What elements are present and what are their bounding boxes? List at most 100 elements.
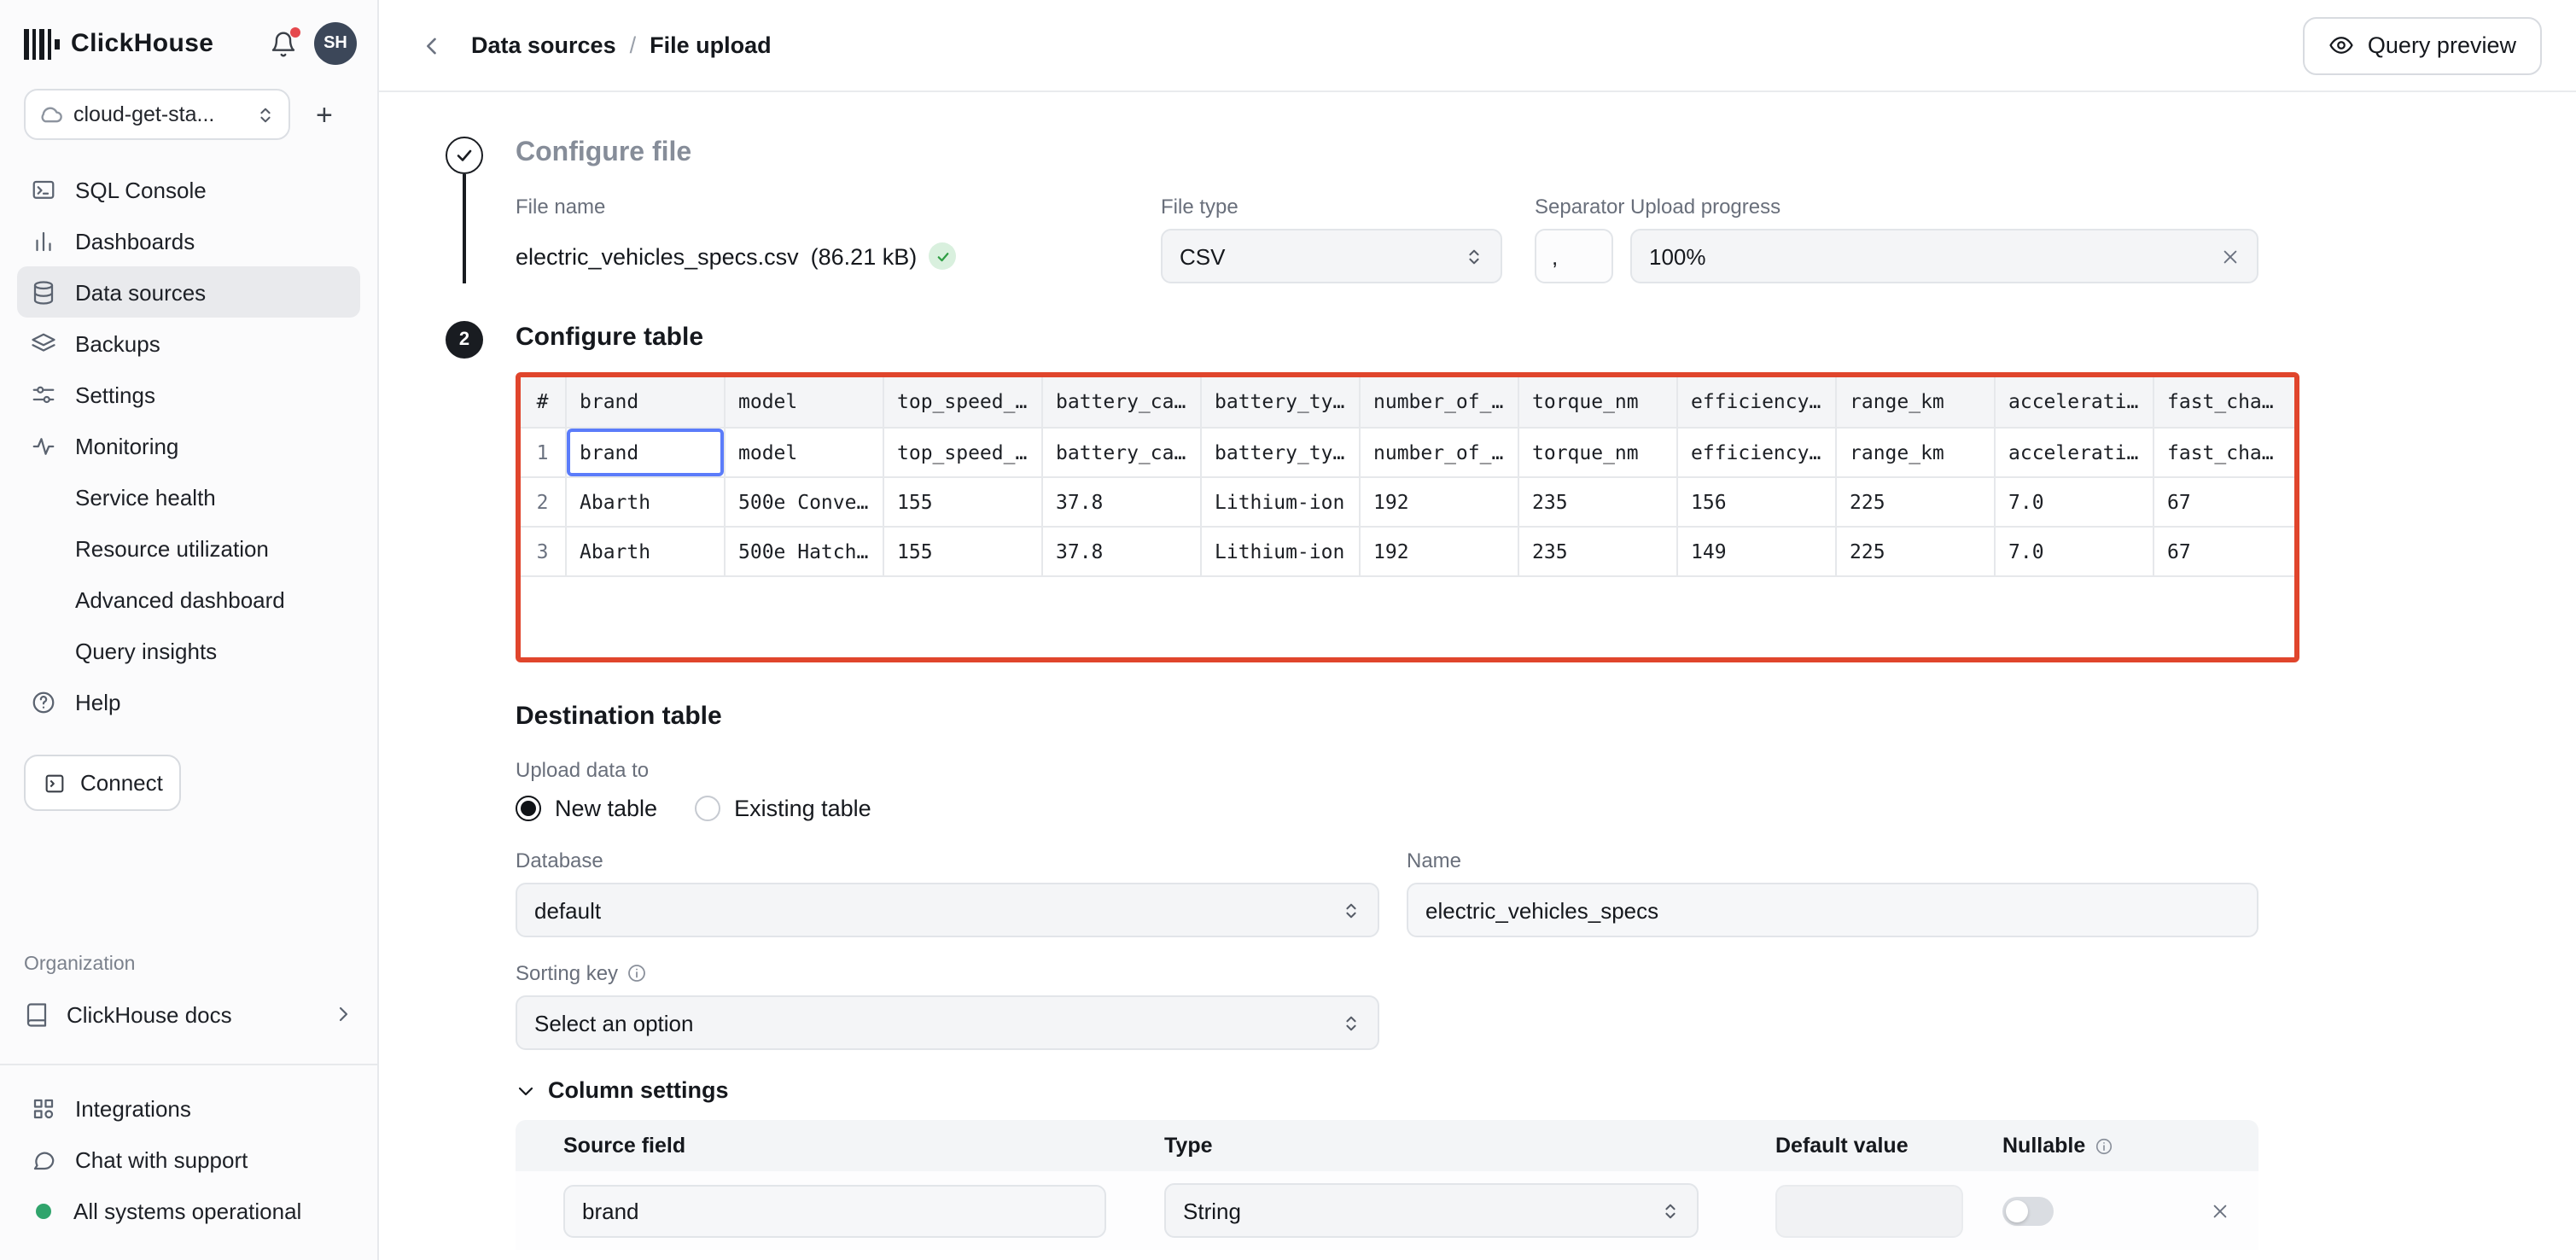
type-select[interactable]: String — [1164, 1183, 1699, 1238]
connect-label: Connect — [80, 770, 163, 796]
sidebar-item-dashboards[interactable]: Dashboards — [17, 215, 360, 266]
clear-upload-x-icon[interactable] — [2221, 247, 2240, 265]
step-configure-table: 2 Configure table # brand model top_spee… — [430, 321, 2535, 1250]
preview-cell[interactable]: 7.0 — [1994, 526, 2153, 575]
add-service-button[interactable]: + — [307, 96, 341, 132]
upload-progress-field: 100% — [1630, 229, 2258, 283]
preview-cell[interactable]: 7.0 — [1994, 476, 2153, 526]
file-size-value: (86.21 kB) — [811, 243, 918, 269]
sidebar: ClickHouse SH cloud-get-sta... + SQL Con… — [0, 0, 379, 1260]
preview-cell[interactable]: 225 — [1835, 476, 1994, 526]
preview-cell[interactable]: 67 — [2153, 526, 2299, 575]
radio-label: New table — [555, 796, 657, 821]
row-number: 3 — [521, 526, 565, 575]
preview-cell[interactable]: Lithium-ion — [1200, 526, 1359, 575]
radio-existing-table[interactable]: Existing table — [695, 796, 871, 821]
status-green-dot-icon — [36, 1203, 51, 1218]
preview-cell[interactable]: Abarth — [565, 526, 724, 575]
sidebar-item-query-insights[interactable]: Query insights — [17, 625, 360, 676]
column-settings-header: Source field Type Default value Nullable — [516, 1120, 2258, 1171]
preview-cell[interactable]: Lithium-ion — [1200, 476, 1359, 526]
chevron-left-icon — [420, 33, 444, 57]
preview-cell[interactable]: model — [724, 427, 883, 476]
status-label: All systems operational — [73, 1198, 301, 1223]
preview-cell[interactable]: 155 — [883, 476, 1041, 526]
preview-cell[interactable]: 192 — [1359, 526, 1518, 575]
col-header: range_km — [1835, 377, 1994, 427]
preview-cell[interactable]: 235 — [1518, 526, 1676, 575]
preview-cell[interactable]: 500e Conve… — [724, 476, 883, 526]
sidebar-item-sql-console[interactable]: SQL Console — [17, 164, 360, 215]
preview-cell[interactable]: range_km — [1835, 427, 1994, 476]
preview-cell[interactable]: accelerati… — [1994, 427, 2153, 476]
sidebar-item-settings[interactable]: Settings — [17, 369, 360, 420]
sidebar-item-resource-utilization[interactable]: Resource utilization — [17, 522, 360, 574]
sidebar-item-data-sources[interactable]: Data sources — [17, 266, 360, 318]
sidebar-item-integrations[interactable]: Integrations — [17, 1082, 360, 1134]
data-preview-highlight-box: # brand model top_speed_… battery_ca… ba… — [516, 372, 2299, 662]
docs-label: ClickHouse docs — [67, 1001, 232, 1027]
query-preview-button[interactable]: Query preview — [2303, 16, 2542, 74]
radio-label: Existing table — [734, 796, 871, 821]
connect-button[interactable]: Connect — [24, 755, 182, 811]
preview-cell[interactable]: 192 — [1359, 476, 1518, 526]
notification-dot — [290, 26, 300, 37]
database-select[interactable]: default — [516, 883, 1379, 937]
chevron-down-icon — [516, 1080, 536, 1100]
radio-new-table[interactable]: New table — [516, 796, 657, 821]
avatar[interactable]: SH — [314, 22, 357, 65]
dashboard-icon — [31, 228, 58, 254]
sidebar-item-service-health[interactable]: Service health — [17, 471, 360, 522]
connect-icon — [43, 771, 67, 795]
column-settings-toggle[interactable]: Column settings — [516, 1077, 2535, 1103]
preview-cell[interactable]: 235 — [1518, 476, 1676, 526]
preview-cell[interactable]: 156 — [1676, 476, 1835, 526]
sidebar-item-backups[interactable]: Backups — [17, 318, 360, 369]
preview-cell-focused[interactable]: brand — [565, 427, 724, 476]
remove-column-x-icon[interactable] — [2211, 1201, 2229, 1220]
back-button[interactable] — [413, 26, 451, 64]
sidebar-item-advanced-dashboard[interactable]: Advanced dashboard — [17, 574, 360, 625]
chevron-right-icon — [333, 1004, 353, 1024]
col-header: efficiency… — [1676, 377, 1835, 427]
preview-cell[interactable]: 225 — [1835, 526, 1994, 575]
nullable-toggle[interactable] — [2002, 1196, 2054, 1225]
book-icon — [24, 1001, 50, 1027]
sorting-key-select[interactable]: Select an option — [516, 995, 1379, 1050]
col-header: battery_ty… — [1200, 377, 1359, 427]
sidebar-item-help[interactable]: Help — [17, 676, 360, 727]
preview-cell[interactable]: battery_ca… — [1041, 427, 1200, 476]
chevrons-up-down-icon — [1342, 901, 1361, 919]
preview-cell[interactable]: 37.8 — [1041, 476, 1200, 526]
file-type-select[interactable]: CSV — [1161, 229, 1502, 283]
sidebar-item-system-status[interactable]: All systems operational — [17, 1185, 360, 1236]
breadcrumb-data-sources[interactable]: Data sources — [471, 32, 616, 58]
preview-cell[interactable]: 37.8 — [1041, 526, 1200, 575]
default-value-input[interactable] — [1775, 1184, 1963, 1237]
col-header: brand — [565, 377, 724, 427]
preview-cell[interactable]: 500e Hatch… — [724, 526, 883, 575]
upload-success-check-icon — [929, 242, 956, 270]
preview-cell[interactable]: number_of_… — [1359, 427, 1518, 476]
database-icon — [31, 279, 58, 305]
preview-cell[interactable]: fast_cha… — [2153, 427, 2299, 476]
preview-cell[interactable]: 149 — [1676, 526, 1835, 575]
preview-cell[interactable]: top_speed_… — [883, 427, 1041, 476]
sidebar-item-monitoring[interactable]: Monitoring — [17, 420, 360, 471]
table-name-input[interactable] — [1407, 883, 2258, 937]
database-value: default — [534, 897, 601, 923]
preview-cell[interactable]: torque_nm — [1518, 427, 1676, 476]
notifications-bell-icon[interactable] — [266, 26, 300, 61]
source-field-input[interactable] — [563, 1184, 1106, 1237]
file-type-label: File type — [1161, 195, 1535, 219]
sidebar-item-chat-support[interactable]: Chat with support — [17, 1134, 360, 1185]
preview-cell[interactable]: battery_ty… — [1200, 427, 1359, 476]
preview-cell[interactable]: 67 — [2153, 476, 2299, 526]
preview-cell[interactable]: efficiency… — [1676, 427, 1835, 476]
clickhouse-docs-link[interactable]: ClickHouse docs — [24, 989, 353, 1040]
separator-input[interactable] — [1535, 229, 1613, 283]
sidebar-item-label: Service health — [75, 484, 216, 510]
preview-cell[interactable]: 155 — [883, 526, 1041, 575]
preview-cell[interactable]: Abarth — [565, 476, 724, 526]
service-selector[interactable]: cloud-get-sta... — [24, 89, 290, 140]
